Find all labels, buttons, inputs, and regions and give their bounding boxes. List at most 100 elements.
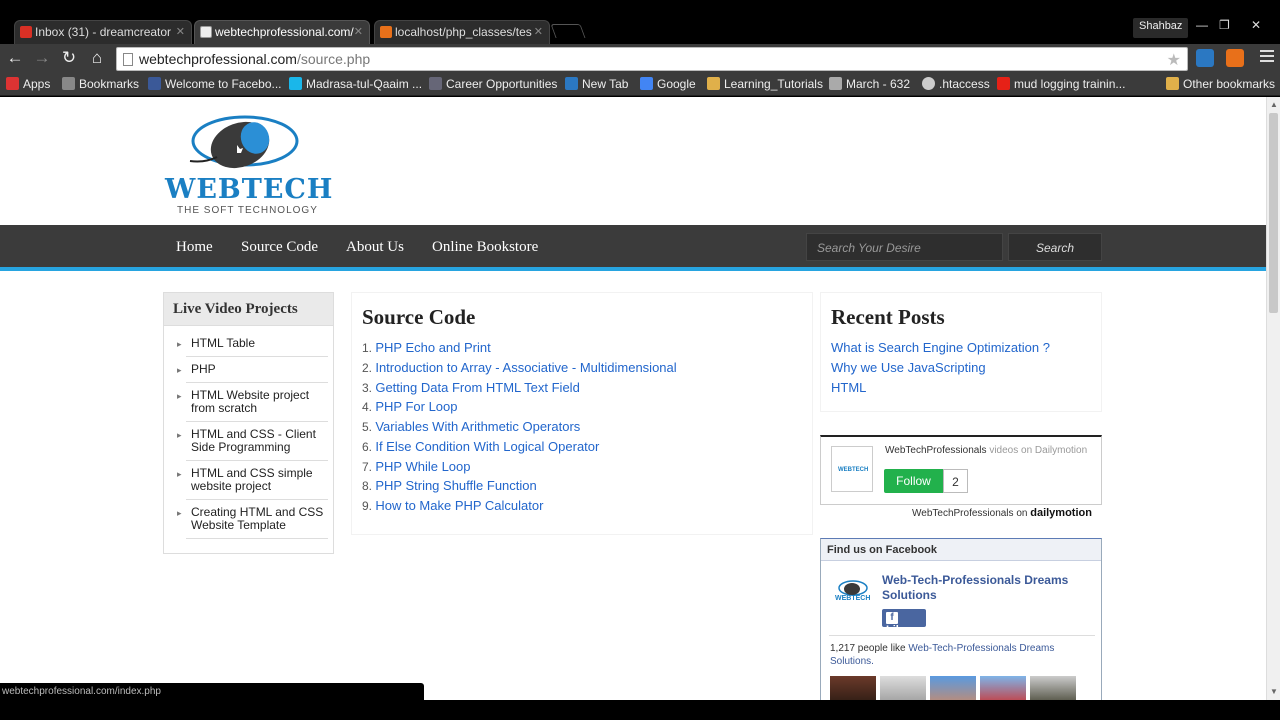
bookmark-madrasa[interactable]: Madrasa-tul-Qaaim ... [289,77,422,91]
back-icon[interactable]: ← [4,47,26,69]
channel-name[interactable]: WebTechProfessionals videos on Dailymoti… [885,445,1087,456]
fb-like-button[interactable]: fLike [882,609,926,636]
nav-source-code[interactable]: Source Code [241,239,318,256]
bookmark-other[interactable]: Other bookmarks [1166,77,1275,91]
bullet-icon: ▸ [177,365,182,375]
sidebar-item-html-css-client-side[interactable]: ▸ HTML and CSS - Client Side Programming [177,422,328,461]
follow-button[interactable]: Follow [884,469,943,493]
bookmark-mud-logging[interactable]: mud logging trainin... [997,77,1125,91]
nav-home[interactable]: Home [176,239,213,256]
search-input[interactable]: Search Your Desire [806,233,1003,261]
list-item[interactable]: 4. PHP For Loop [362,399,677,419]
menu-icon[interactable] [1260,50,1274,65]
bookmark-facebook[interactable]: Welcome to Facebo... [148,77,282,91]
follower-count: 2 [943,469,968,493]
close-icon[interactable]: ✕ [354,25,363,38]
scroll-down-icon[interactable]: ▼ [1270,687,1278,696]
avatar[interactable] [830,676,876,700]
tab-localhost[interactable]: localhost/php_classes/tes ✕ [374,20,550,44]
minimize-icon[interactable]: — [1196,18,1208,32]
bookmark-new-tab[interactable]: New Tab [565,77,628,91]
channel-avatar[interactable]: WEBTECH [831,446,873,492]
bookmark-htaccess[interactable]: .htaccess [922,77,990,91]
close-icon[interactable]: ✕ [534,25,543,38]
tab-webtech[interactable]: webtechprofessional.com/ ✕ [194,20,370,44]
fb-like-count: 1,217 people like Web-Tech-Professionals… [830,643,1055,667]
bookmark-bookmarks[interactable]: Bookmarks [62,77,139,91]
vimeo-icon [289,77,302,90]
reload-icon[interactable]: ↻ [58,47,80,69]
yahoo-icon [565,77,578,90]
scrollbar[interactable]: ▲ ▼ [1266,97,1280,700]
nav-about-us[interactable]: About Us [346,239,404,256]
tab-gmail[interactable]: Inbox (31) - dreamcreator ✕ [14,20,192,44]
avatar[interactable] [880,676,926,700]
list-item[interactable]: 2. Introduction to Array - Associative -… [362,360,677,380]
list-item[interactable]: 8. PHP String Shuffle Function [362,478,677,498]
list-item[interactable]: 3. Getting Data From HTML Text Field [362,380,677,400]
sidebar-item-html-table[interactable]: ▸ HTML Table [177,331,328,357]
list-item[interactable]: 1. PHP Echo and Print [362,340,677,360]
bullet-icon: ▸ [177,430,182,440]
avatar[interactable] [1030,676,1076,700]
tab-title: localhost/php_classes/tes [395,25,532,39]
tab-title: Inbox (31) - dreamcreator [35,25,172,39]
bottom-edge [0,700,1280,720]
close-icon[interactable]: ✕ [176,25,185,38]
fb-header: Find us on Facebook [821,539,1101,561]
list-item[interactable]: 5. Variables With Arithmetic Operators [362,419,677,439]
recent-post-link[interactable]: HTML [831,380,1050,400]
avatar[interactable] [980,676,1026,700]
source-code-section: Source Code 1. PHP Echo and Print 2. Int… [351,292,813,535]
bullet-icon: ▸ [177,508,182,518]
restore-icon[interactable]: ❐ [1219,18,1230,32]
bookmark-apps[interactable]: Apps [6,77,50,91]
bookmark-march[interactable]: March - 632 [829,77,910,91]
widget-title: Recent Posts [831,305,945,329]
site-logo[interactable]: WEBTECH THE SOFT TECHNOLOGY [165,111,332,216]
logo-text: WEBTECH [165,174,334,205]
sidebar-item-creating-template[interactable]: ▸ Creating HTML and CSS Website Template [177,500,328,539]
page-icon [123,53,133,66]
window-close-icon[interactable]: ✕ [1251,18,1261,32]
sidebar-item-html-website-project[interactable]: ▸ HTML Website project from scratch [177,383,328,422]
recent-post-link[interactable]: What is Search Engine Optimization ? [831,340,1050,360]
site-nav-bar: Home Source Code About Us Online Booksto… [0,225,1266,271]
bookmark-google[interactable]: Google [640,77,696,91]
bullet-icon: ▸ [177,339,182,349]
logo-tagline: THE SOFT TECHNOLOGY [177,205,318,216]
list-item[interactable]: 9. How to Make PHP Calculator [362,498,677,518]
dailymotion-footer[interactable]: WebTechProfessionals on dailymotion [912,507,1092,519]
extension-off-icon[interactable] [1226,49,1244,67]
recent-post-link[interactable]: Why we Use JavaScripting [831,360,1050,380]
widget-title: Live Video Projects [164,293,333,326]
list-item[interactable]: 7. PHP While Loop [362,459,677,479]
bullet-icon: ▸ [177,469,182,479]
dailymotion-widget: WEBTECH WebTechProfessionals videos on D… [820,435,1102,505]
folder-icon [707,77,720,90]
scroll-up-icon[interactable]: ▲ [1270,100,1278,109]
extension-icon[interactable] [1196,49,1214,67]
fb-page-avatar[interactable]: WEBTECH [835,579,871,609]
bookmark-star-icon[interactable]: ★ [1167,50,1181,70]
address-bar[interactable]: webtechprofessional.com/source.php ★ [116,47,1188,71]
bookmark-learning[interactable]: Learning_Tutorials [707,77,823,91]
nav-online-bookstore[interactable]: Online Bookstore [432,239,538,256]
avatar[interactable] [930,676,976,700]
fb-page-name[interactable]: Web-Tech-Professionals Dreams Solutions [882,573,1092,603]
search-button[interactable]: Search [1008,233,1102,261]
new-tab-button[interactable] [550,24,586,38]
home-icon[interactable]: ⌂ [86,47,108,69]
scroll-thumb[interactable] [1269,113,1278,313]
forward-icon[interactable]: → [31,47,53,69]
sidebar-item-php[interactable]: ▸ PHP [177,357,328,383]
page-title: Source Code [362,305,476,329]
youtube-icon [997,77,1010,90]
bookmark-career[interactable]: Career Opportunities [429,77,557,91]
facebook-like-box: Find us on Facebook WEBTECH Web-Tech-Pro… [820,538,1102,700]
sidebar-item-html-css-simple-project[interactable]: ▸ HTML and CSS simple website project [177,461,328,500]
list-item[interactable]: 6. If Else Condition With Logical Operat… [362,439,677,459]
live-video-projects-widget: Live Video Projects ▸ HTML Table ▸ PHP ▸ HT… [163,292,334,554]
profile-button[interactable]: Shahbaz [1133,18,1189,38]
google-icon [640,77,653,90]
